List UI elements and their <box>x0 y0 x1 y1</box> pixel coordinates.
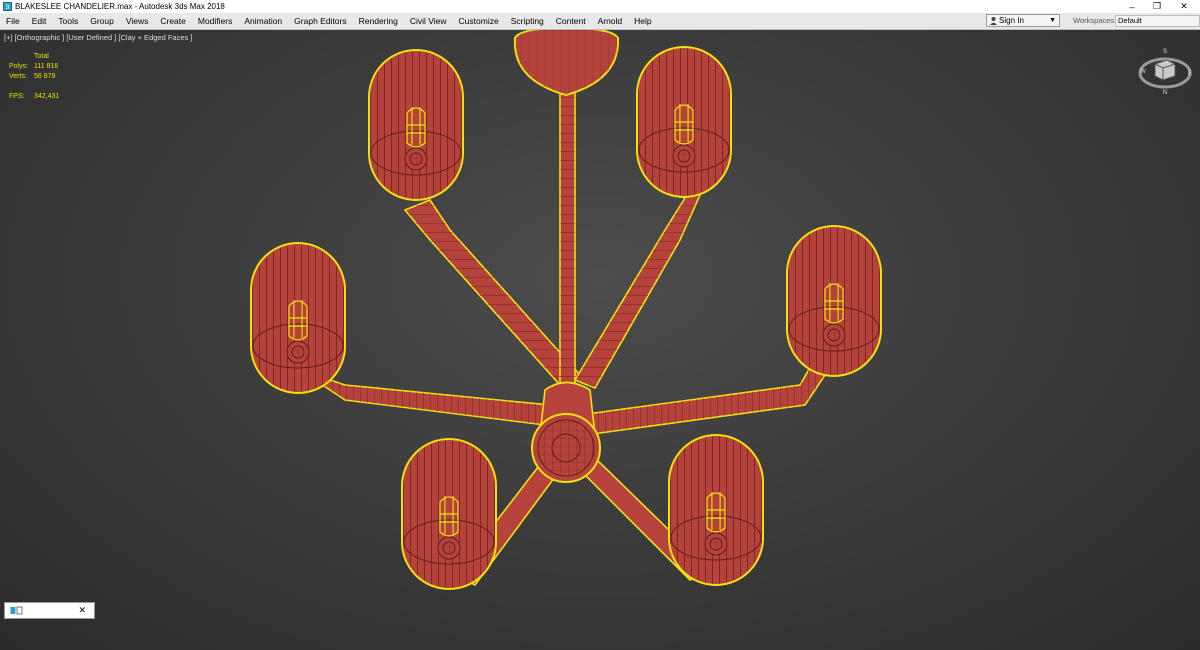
viewcube-e: E <box>1188 71 1192 77</box>
menu-item-tools[interactable]: Tools <box>52 16 84 26</box>
menu-item-modifiers[interactable]: Modifiers <box>192 16 238 26</box>
menu-item-customize[interactable]: Customize <box>453 16 505 26</box>
viewcube-icon[interactable]: S E W N <box>1137 46 1193 96</box>
menu-item-rendering[interactable]: Rendering <box>353 16 404 26</box>
title-bar: 3 BLAKESLEE CHANDELIER.max - Autodesk 3d… <box>0 0 1200 13</box>
mini-panel[interactable]: ✕ <box>4 602 95 619</box>
menu-item-scripting[interactable]: Scripting <box>505 16 550 26</box>
menu-item-animation[interactable]: Animation <box>238 16 288 26</box>
dropdown-arrow-icon: ▼ <box>1049 17 1056 24</box>
menu-item-file[interactable]: File <box>0 16 26 26</box>
window-title: BLAKESLEE CHANDELIER.max - Autodesk 3ds … <box>15 2 225 11</box>
viewcube-s: N <box>1163 90 1167 96</box>
user-icon <box>987 16 999 25</box>
close-button[interactable]: ✕ <box>1170 0 1198 13</box>
menu-item-group[interactable]: Group <box>84 16 120 26</box>
close-icon[interactable]: ✕ <box>78 605 86 616</box>
viewcube-w: W <box>1140 69 1146 75</box>
menu-item-content[interactable]: Content <box>550 16 592 26</box>
menu-item-civil-view[interactable]: Civil View <box>404 16 453 26</box>
chandelier-model[interactable] <box>0 30 1200 650</box>
viewcube-n: S <box>1163 49 1167 55</box>
app-icon[interactable]: 3 <box>3 2 12 11</box>
menu-item-help[interactable]: Help <box>628 16 657 26</box>
restore-button[interactable]: ❐ <box>1143 0 1171 13</box>
sign-in-button[interactable]: Sign In ▼ <box>986 14 1060 27</box>
minimize-button[interactable]: – <box>1118 0 1146 13</box>
workspace-select[interactable]: Default <box>1115 15 1200 27</box>
menu-item-create[interactable]: Create <box>154 16 192 26</box>
menu-item-views[interactable]: Views <box>120 16 155 26</box>
viewport[interactable]: [+] [Orthographic ] [User Defined ] [Cla… <box>0 30 1200 650</box>
menu-item-graph-editors[interactable]: Graph Editors <box>288 16 352 26</box>
mini-panel-icon <box>10 606 24 615</box>
sign-in-label: Sign In <box>999 16 1024 25</box>
menu-item-arnold[interactable]: Arnold <box>592 16 629 26</box>
workspaces-label: Workspaces: <box>1073 16 1117 25</box>
menu-item-edit[interactable]: Edit <box>26 16 53 26</box>
